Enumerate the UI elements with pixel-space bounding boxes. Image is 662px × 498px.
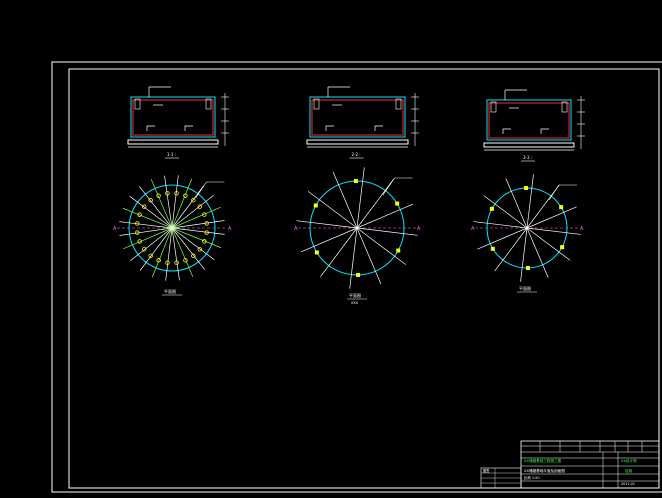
radial-line xyxy=(349,227,358,289)
section-view-3-3[interactable]: 3-3 : xyxy=(483,89,585,162)
plan-views-group: A A 平面图 A A 平面图 XXX A A 平面图 xyxy=(113,167,584,305)
section-wall-outline xyxy=(130,96,216,138)
radial-line xyxy=(473,221,528,229)
anchor-bolt-mark xyxy=(524,186,529,191)
rebar-mark xyxy=(374,125,383,131)
title-scale: 比例 1:50 xyxy=(524,475,539,480)
radial-line xyxy=(356,203,414,229)
radial-line xyxy=(526,227,549,278)
axis-label-left: A xyxy=(294,226,298,232)
stamp-label: 图签 xyxy=(483,468,490,473)
radial-line xyxy=(332,171,358,229)
section-footing xyxy=(306,139,409,145)
anchor-bolt-mark xyxy=(142,247,147,252)
radial-line xyxy=(526,227,581,235)
anchor-bolt-mark xyxy=(525,265,530,270)
axis-label-right: A xyxy=(417,226,421,232)
section-label: 1-1 : xyxy=(167,152,176,157)
section-footing xyxy=(127,139,219,145)
radial-line xyxy=(320,227,358,278)
section-inner-outline xyxy=(132,99,214,136)
anchor-bolt-mark xyxy=(313,203,318,208)
axis-label-right: A xyxy=(228,226,232,232)
title-company: XX设计院 xyxy=(621,458,637,463)
title-sheet: 结施 xyxy=(625,468,633,473)
plan-label: 平面图 xyxy=(519,285,531,291)
axis-label-left: A xyxy=(113,226,117,232)
section-inner-outline xyxy=(488,102,570,139)
anchor-bolt-mark xyxy=(560,245,565,250)
anchor-bolt-mark xyxy=(197,204,202,209)
section-label: 2-2 : xyxy=(352,152,361,157)
axis-label-right: A xyxy=(580,226,584,232)
radial-line xyxy=(300,227,358,253)
anchor-bolt-mark xyxy=(197,247,202,252)
radial-line xyxy=(356,227,407,265)
cad-drawing-canvas[interactable]: 1-1 : 2-2 : 3-3 : A A 平面图 A A 平面图 XXX A A 平面图 XX储… xyxy=(0,0,662,498)
plan-view-3[interactable]: A A 平面图 xyxy=(471,174,584,293)
section-label: 3-3 : xyxy=(523,155,532,160)
radial-line xyxy=(520,227,528,282)
title-drawing-name: XX储罐基础平面及剖面图 xyxy=(524,468,565,473)
rebar-mark xyxy=(325,125,334,131)
plan-label: 平面图 xyxy=(164,288,176,294)
callout-leader xyxy=(548,184,560,201)
axis-label-left: A xyxy=(471,226,475,232)
anchor-bolt-mark xyxy=(489,206,494,211)
rebar-mark xyxy=(540,128,549,134)
rebar-mark xyxy=(502,128,511,134)
section-wall-outline xyxy=(309,96,406,138)
section-view-2-2[interactable]: 2-2 : xyxy=(306,86,419,159)
radial-line xyxy=(477,227,528,250)
radial-line xyxy=(505,178,528,229)
section-view-1-1[interactable]: 1-1 : xyxy=(127,86,229,159)
anchor-bolt-mark xyxy=(353,179,358,184)
plan-sublabel: XXX xyxy=(351,301,359,305)
callout-leader xyxy=(382,177,395,196)
anchor-bolt-mark xyxy=(490,246,495,251)
anchor-bolt-mark xyxy=(356,272,361,277)
title-block: XX储罐基础工程施工图 XX储罐基础平面及剖面图比例 1:50 XX设计院结施 201… xyxy=(480,440,660,489)
plan-label: 平面图 xyxy=(349,292,361,298)
plan-view-1[interactable]: A A 平面图 xyxy=(113,175,232,296)
title-date: 2012.01 xyxy=(621,482,635,486)
radial-line xyxy=(356,167,365,229)
anchor-bolt-mark xyxy=(559,205,564,210)
section-wall-outline xyxy=(486,99,572,141)
section-views-group: 1-1 : 2-2 : 3-3 : xyxy=(127,86,585,162)
anchor-bolt-mark xyxy=(395,201,400,206)
rebar-mark xyxy=(184,125,193,131)
radial-line xyxy=(356,227,418,236)
radial-line xyxy=(307,191,358,229)
anchor-bolt-mark xyxy=(396,248,401,253)
radial-line xyxy=(526,174,534,229)
anchor-bolt-mark xyxy=(148,198,153,203)
anchor-bolt-mark xyxy=(314,250,319,255)
radial-line xyxy=(356,178,394,229)
title-project: XX储罐基础工程施工图 xyxy=(524,458,562,463)
plan-view-2[interactable]: A A 平面图 XXX xyxy=(294,167,421,305)
radial-line xyxy=(356,227,382,285)
callout-leader xyxy=(195,181,207,199)
radial-line xyxy=(526,206,577,229)
section-footing xyxy=(483,142,575,148)
rebar-mark xyxy=(146,125,155,131)
radial-line xyxy=(296,220,358,229)
